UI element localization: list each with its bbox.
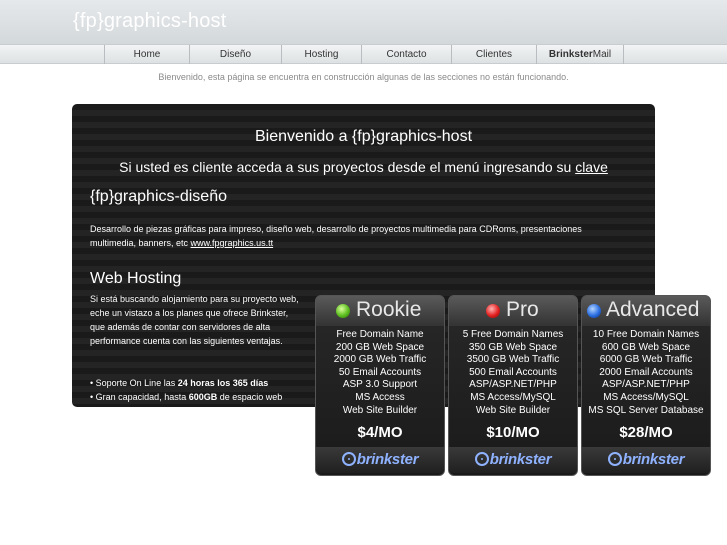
plan-header: Rookie <box>316 296 444 326</box>
nav-contacto[interactable]: Contacto <box>361 45 451 64</box>
client-access-text: Si usted es cliente acceda a sus proyect… <box>72 159 655 175</box>
welcome-heading: Bienvenido a {fp}graphics-host <box>254 128 473 145</box>
plan-feature: 2000 Email Accounts <box>599 366 693 378</box>
plan-name: Pro <box>506 298 539 321</box>
brinkster-logo: brinkster <box>316 451 444 468</box>
design-section-text: Desarrollo de piezas gráficas para impre… <box>90 222 630 250</box>
plan-card-pro[interactable]: Pro 5 Free Domain Names 350 GB Web Space… <box>448 295 578 476</box>
green-dot-icon <box>336 304 350 318</box>
brand-row: brinkster <box>582 447 710 473</box>
brinkster-logo: brinkster <box>449 451 577 468</box>
plan-feature: 200 GB Web Space <box>335 341 425 353</box>
plan-feature: 2000 GB Web Traffic <box>333 354 427 366</box>
brand-row: brinkster <box>449 447 577 473</box>
plan-price: $28/MO <box>619 424 673 441</box>
plan-feature: Web Site Builder <box>342 404 418 416</box>
plan-name: Advanced <box>606 298 700 321</box>
plan-feature: MS Access <box>355 391 405 403</box>
hosting-section-title: Web Hosting <box>90 270 182 287</box>
plan-feature: ASP 3.0 Support <box>342 379 418 391</box>
nav-brinkster-mail[interactable]: BrinksterMail <box>536 45 624 64</box>
plan-price: $10/MO <box>486 424 540 441</box>
plan-features: 5 Free Domain Names 350 GB Web Space 350… <box>449 329 577 417</box>
plan-feature: MS SQL Server Database <box>588 404 704 416</box>
plan-features: Free Domain Name 200 GB Web Space 2000 G… <box>316 329 444 417</box>
client-access-sub-text: Si usted es cliente acceda a sus proyect… <box>119 159 576 175</box>
brinkster-logo-icon <box>474 452 489 466</box>
plan-feature: ASP/ASP.NET/PHP <box>469 379 557 391</box>
benefit-support: • Soporte On Line las 24 horas los 365 d… <box>90 376 282 390</box>
plan-feature: ASP/ASP.NET/PHP <box>602 379 690 391</box>
main-nav: Home Diseño Hosting Contacto Clientes Br… <box>0 44 727 64</box>
benefit-support-pre: • Soporte On Line las <box>90 378 178 388</box>
hosting-section-text: Si está buscando alojamiento para su pro… <box>90 294 299 346</box>
fpgraphics-link[interactable]: www.fpgraphics.us.tt <box>191 238 274 248</box>
plan-feature: 6000 GB Web Traffic <box>599 354 693 366</box>
plan-price: $4/MO <box>357 424 403 441</box>
plan-feature: 50 Email Accounts <box>338 366 422 378</box>
plan-card-rookie[interactable]: Rookie Free Domain Name 200 GB Web Space… <box>315 295 445 476</box>
plan-name: Rookie <box>356 298 422 321</box>
plan-feature: Web Site Builder <box>475 404 551 416</box>
nav-clientes[interactable]: Clientes <box>451 45 536 64</box>
blue-dot-icon <box>587 304 601 318</box>
nav-mail-bold: Brinkster <box>548 49 593 60</box>
nav-mail-rest: Mail <box>592 49 612 60</box>
plan-feature: 5 Free Domain Names <box>462 329 564 340</box>
benefit-capacity-post: de espacio web <box>217 392 283 402</box>
plan-feature: 3500 GB Web Traffic <box>466 354 560 366</box>
nav-hosting[interactable]: Hosting <box>281 45 361 64</box>
plan-feature: MS Access/MySQL <box>603 391 689 403</box>
benefit-capacity: • Gran capacidad, hasta 600GB de espacio… <box>90 390 282 404</box>
plan-feature: 350 GB Web Space <box>468 341 558 353</box>
benefit-capacity-pre: • Gran capacidad, hasta <box>90 392 189 402</box>
brinkster-logo: brinkster <box>582 451 710 468</box>
hosting-plans: Rookie Free Domain Name 200 GB Web Space… <box>315 295 713 476</box>
hosting-benefits: • Soporte On Line las 24 horas los 365 d… <box>90 376 282 404</box>
design-section-title: {fp}graphics-diseño <box>90 188 227 205</box>
plan-header: Pro <box>449 296 577 326</box>
nav-diseno[interactable]: Diseño <box>189 45 281 64</box>
benefit-capacity-bold: 600GB <box>188 392 218 402</box>
brand-row: brinkster <box>316 447 444 473</box>
brand-text: brinkster <box>356 451 419 468</box>
brinkster-logo-icon <box>341 452 356 466</box>
brinkster-logo-icon <box>607 452 622 466</box>
clave-link[interactable]: clave <box>575 159 608 175</box>
plan-features: 10 Free Domain Names 600 GB Web Space 60… <box>582 329 710 417</box>
plan-feature: 10 Free Domain Names <box>592 329 700 340</box>
plan-feature: 500 Email Accounts <box>469 366 557 378</box>
benefit-support-bold: 24 horas los 365 días <box>177 378 269 388</box>
nav-home[interactable]: Home <box>104 45 189 64</box>
design-description: Desarrollo de piezas gráficas para impre… <box>90 224 582 248</box>
plan-feature: 600 GB Web Space <box>601 341 691 353</box>
brand-text: brinkster <box>622 451 685 468</box>
site-title: {fp}graphics-host <box>73 10 227 32</box>
plan-feature: Free Domain Name <box>336 329 424 340</box>
brand-text: brinkster <box>489 451 552 468</box>
plan-header: Advanced <box>582 296 710 326</box>
red-dot-icon <box>486 304 500 318</box>
plan-card-advanced[interactable]: Advanced 10 Free Domain Names 600 GB Web… <box>581 295 711 476</box>
construction-notice: Bienvenido, esta página se encuentra en … <box>158 72 569 82</box>
site-header: {fp}graphics-host <box>0 0 727 44</box>
plan-feature: MS Access/MySQL <box>470 391 556 403</box>
